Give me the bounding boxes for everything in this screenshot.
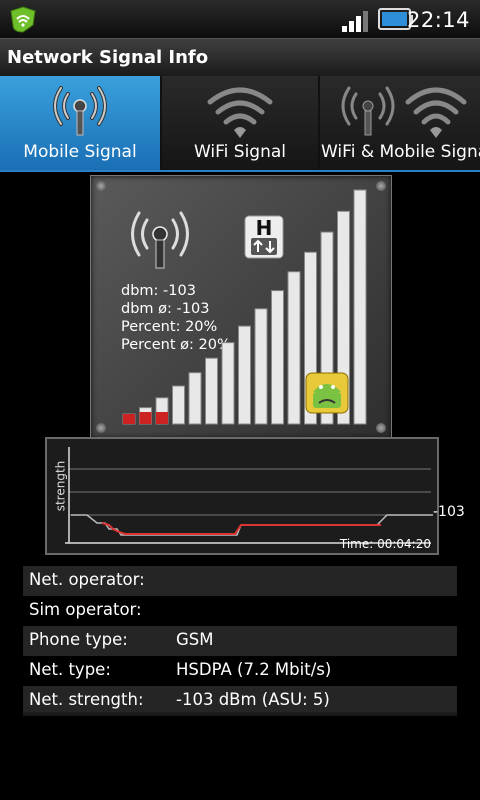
info-key: Sim operator: xyxy=(29,600,142,619)
sad-android-icon xyxy=(305,372,349,414)
graph-y-label: strength xyxy=(53,460,68,512)
signal-bar xyxy=(205,357,218,425)
signal-bar-active xyxy=(123,414,135,424)
clock: 22:14 xyxy=(406,8,470,32)
signal-bar xyxy=(172,385,185,425)
tab-bar: Mobile Signal WiFi Signal WiFi & Mobile … xyxy=(0,76,480,170)
network-info-list: Net. operator: Sim operator: Phone type:… xyxy=(23,566,457,716)
status-bar: 22:14 xyxy=(0,0,480,38)
info-row-sim-operator: Sim operator: xyxy=(23,596,457,626)
tab-indicator xyxy=(0,170,480,172)
scroll-fade xyxy=(0,712,480,730)
info-key: Net. type: xyxy=(29,660,111,679)
tab-label: WiFi Signal xyxy=(193,142,287,162)
antenna-wifi-icon xyxy=(341,86,467,138)
tab-label: Mobile Signal xyxy=(23,142,137,162)
info-key: Net. strength: xyxy=(29,690,144,709)
info-row-phone-type: Phone type: GSM xyxy=(23,626,457,656)
signal-bar xyxy=(287,271,301,425)
info-row-net-type: Net. type: HSDPA (7.2 Mbit/s) xyxy=(23,656,457,686)
signal-history-graph: strength Time: 00:04:20 xyxy=(45,437,439,555)
signal-bar xyxy=(271,290,284,425)
antenna-icon xyxy=(53,86,107,136)
strength-history-line xyxy=(101,522,381,535)
signal-widget: H dbm: -103 dbm ø: -103 Percent: 20% Per… xyxy=(90,175,392,439)
signal-bar xyxy=(221,342,235,425)
cell-signal-icon xyxy=(342,11,368,32)
signal-bar xyxy=(188,372,202,425)
info-row-net-operator: Net. operator: xyxy=(23,566,457,596)
wifi-icon xyxy=(207,87,273,138)
signal-bar xyxy=(254,308,268,425)
info-key: Phone type: xyxy=(29,630,128,649)
signal-bar-active xyxy=(139,412,152,424)
security-shield-icon xyxy=(10,6,36,33)
tab-wifi-signal[interactable]: WiFi Signal xyxy=(162,76,318,170)
signal-bar-active xyxy=(156,412,168,424)
graph-current-value: -103 xyxy=(433,504,465,520)
signal-bar xyxy=(353,189,367,425)
tab-wifi-mobile-signal[interactable]: WiFi & Mobile Signa xyxy=(320,76,480,170)
info-value: GSM xyxy=(176,630,214,649)
signal-bar xyxy=(238,325,251,425)
info-key: Net. operator: xyxy=(29,570,145,589)
app-title: Network Signal Info xyxy=(7,47,209,68)
tab-label: WiFi & Mobile Signa xyxy=(321,142,480,162)
graph-time: Time: 00:04:20 xyxy=(339,537,431,551)
app-title-bar: Network Signal Info xyxy=(0,38,480,78)
tab-mobile-signal[interactable]: Mobile Signal xyxy=(0,76,160,170)
info-value: HSDPA (7.2 Mbit/s) xyxy=(176,660,332,679)
info-value: -103 dBm (ASU: 5) xyxy=(176,690,330,709)
